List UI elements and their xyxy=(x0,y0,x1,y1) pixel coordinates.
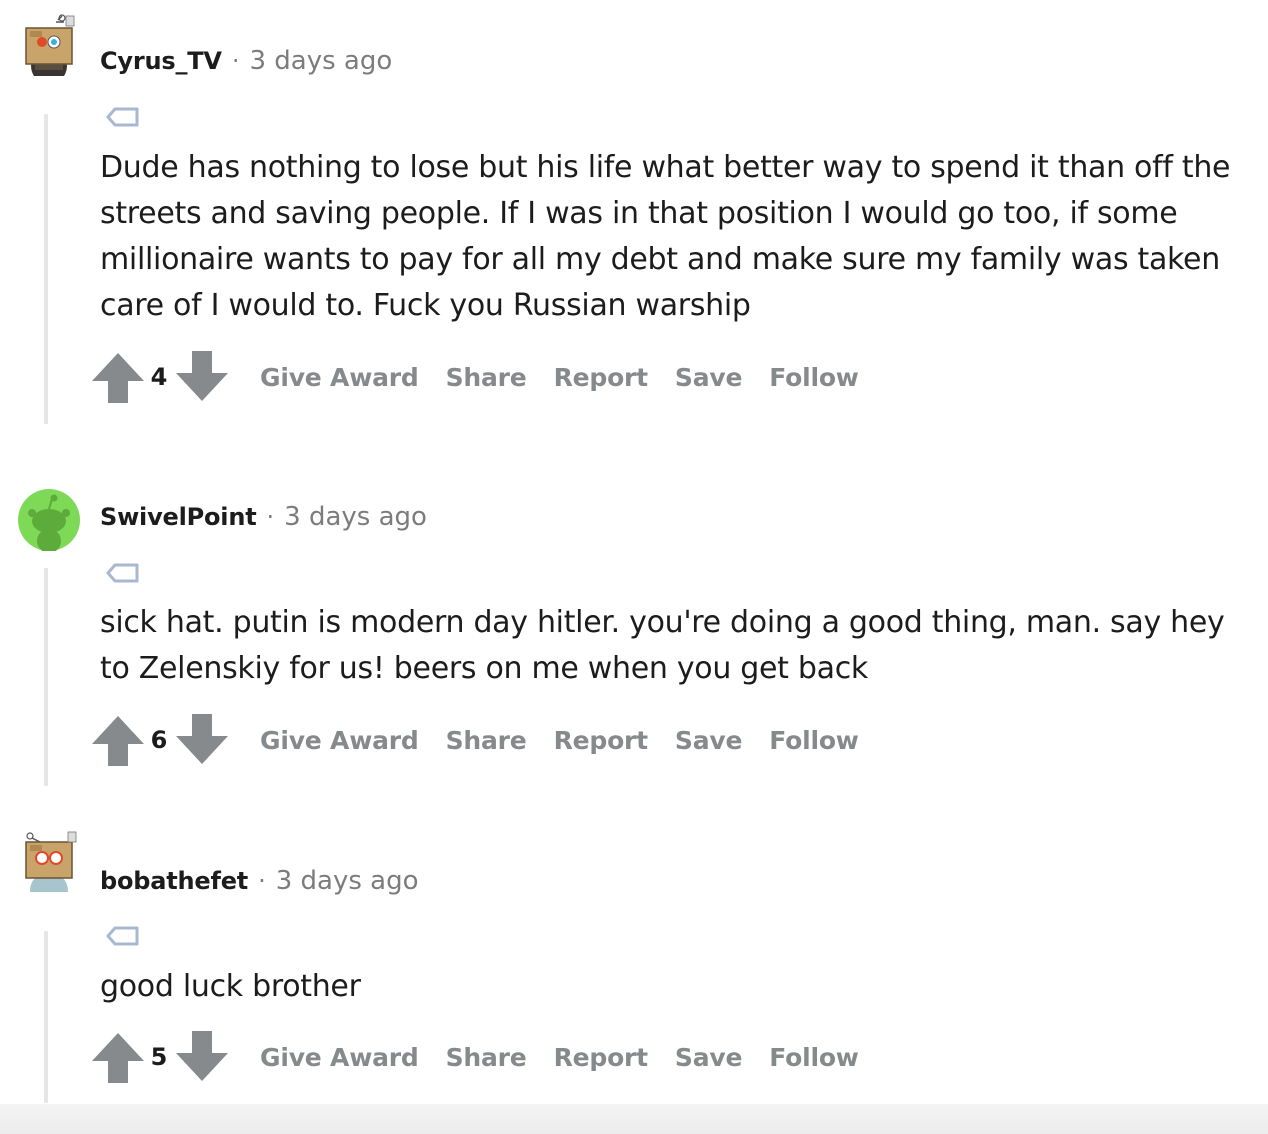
comment-thread: Cyrus_TV · 3 days ago Dude has nothing t… xyxy=(0,0,1268,1134)
timestamp[interactable]: 3 days ago xyxy=(276,866,419,896)
tag-icon xyxy=(106,563,139,583)
tag-icon xyxy=(106,107,139,127)
username[interactable]: bobathefet xyxy=(100,867,248,895)
share-button[interactable]: Share xyxy=(446,363,527,392)
separator-dot: · xyxy=(258,867,266,895)
comment-body: sick hat. putin is modern day hitler. yo… xyxy=(100,605,1225,686)
timestamp[interactable]: 3 days ago xyxy=(249,46,392,76)
comment-actions: 4 Give Award Share Report Save Follow xyxy=(90,349,886,405)
avatar[interactable] xyxy=(18,830,80,892)
share-button[interactable]: Share xyxy=(446,726,527,755)
separator-dot: · xyxy=(266,503,275,531)
follow-button[interactable]: Follow xyxy=(769,363,859,392)
separator-dot: · xyxy=(231,47,240,75)
upvote-arrow-icon[interactable] xyxy=(90,349,146,405)
follow-button[interactable]: Follow xyxy=(769,1043,859,1072)
thread-line[interactable] xyxy=(44,568,48,786)
timestamp[interactable]: 3 days ago xyxy=(284,502,427,532)
report-button[interactable]: Report xyxy=(554,1043,649,1072)
comment-actions: 5 Give Award Share Report Save Follow xyxy=(90,1029,886,1085)
give-award-button[interactable]: Give Award xyxy=(260,1043,419,1072)
share-button[interactable]: Share xyxy=(446,1043,527,1072)
avatar[interactable] xyxy=(18,14,80,76)
vote-score: 5 xyxy=(150,1043,168,1071)
username[interactable]: SwivelPoint xyxy=(100,503,257,531)
username[interactable]: Cyrus_TV xyxy=(100,47,222,75)
upvote-arrow-icon[interactable] xyxy=(90,712,146,768)
thread-line[interactable] xyxy=(44,931,48,1103)
report-button[interactable]: Report xyxy=(554,363,649,392)
vote-score: 6 xyxy=(150,726,168,754)
page-bottom-edge xyxy=(0,1104,1268,1134)
vote-score: 4 xyxy=(150,363,168,391)
give-award-button[interactable]: Give Award xyxy=(260,726,419,755)
downvote-arrow-icon[interactable] xyxy=(174,349,230,405)
avatar[interactable] xyxy=(18,489,80,551)
comment-body: good luck brother xyxy=(100,969,361,1004)
report-button[interactable]: Report xyxy=(554,726,649,755)
give-award-button[interactable]: Give Award xyxy=(260,363,419,392)
downvote-arrow-icon[interactable] xyxy=(174,1029,230,1085)
save-button[interactable]: Save xyxy=(675,726,743,755)
save-button[interactable]: Save xyxy=(675,1043,743,1072)
thread-line[interactable] xyxy=(44,114,48,424)
comment-body: Dude has nothing to lose but his life wh… xyxy=(100,150,1231,323)
comment-actions: 6 Give Award Share Report Save Follow xyxy=(90,712,886,768)
upvote-arrow-icon[interactable] xyxy=(90,1029,146,1085)
tag-icon xyxy=(106,926,139,946)
follow-button[interactable]: Follow xyxy=(769,726,859,755)
save-button[interactable]: Save xyxy=(675,363,743,392)
downvote-arrow-icon[interactable] xyxy=(174,712,230,768)
